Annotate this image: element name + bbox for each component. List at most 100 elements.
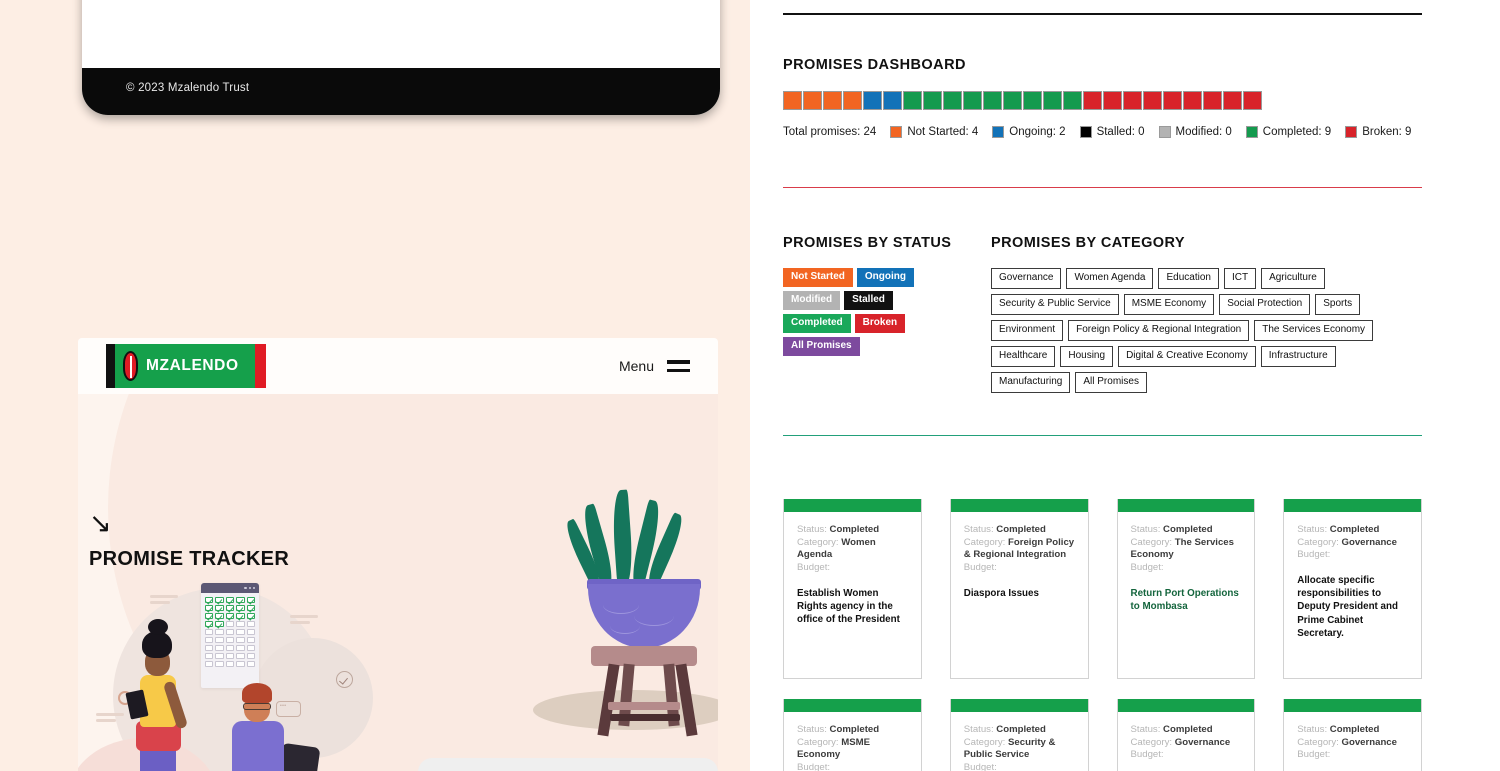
promise-square-not_started bbox=[783, 91, 802, 110]
promise-card-status: Status: Completed bbox=[1130, 724, 1213, 735]
promise-square-completed bbox=[903, 91, 922, 110]
category-filter-agriculture[interactable]: Agriculture bbox=[1261, 268, 1325, 289]
category-filter-women-agenda[interactable]: Women Agenda bbox=[1066, 268, 1154, 289]
status-filter-completed[interactable]: Completed bbox=[783, 314, 851, 333]
legend-label-broken: Broken: 9 bbox=[1362, 126, 1412, 138]
promise-card[interactable]: Status: Completed Category: The Services … bbox=[1116, 499, 1256, 679]
category-filter-msme-economy[interactable]: MSME Economy bbox=[1123, 294, 1215, 315]
promise-square-broken bbox=[1183, 91, 1202, 110]
promise-card-status: Status: Completed bbox=[963, 724, 1046, 735]
status-filter-modified[interactable]: Modified bbox=[783, 291, 841, 310]
status-filter-not-started[interactable]: Not Started bbox=[783, 268, 853, 287]
legend-label-ongoing: Ongoing: 2 bbox=[1009, 126, 1066, 138]
legend-label-completed: Completed: 9 bbox=[1262, 126, 1332, 138]
promise-card[interactable]: Status: Completed Category: Governance Bud… bbox=[1283, 499, 1422, 679]
kenya-shield-icon bbox=[123, 351, 138, 381]
promise-card-title: Diaspora Issues bbox=[963, 587, 1039, 599]
promise-card-budget: Budget: bbox=[797, 761, 831, 771]
legend-item-stalled: Stalled: 0 bbox=[1079, 126, 1145, 138]
promise-card[interactable]: Status: Completed Category: Governance Bud… bbox=[1283, 699, 1422, 771]
promise-card-status: Status: Completed bbox=[797, 724, 880, 735]
category-filter-governance[interactable]: Governance bbox=[991, 268, 1062, 289]
category-filter-education[interactable]: Education bbox=[1158, 268, 1219, 289]
promises-by-category-section: PROMISES BY CATEGORY Governance Women Age… bbox=[991, 235, 1422, 393]
promise-card-category: Category: Security & Public Service bbox=[963, 736, 1056, 761]
promise-square-broken bbox=[1143, 91, 1162, 110]
promise-card-title: Return Port Operations to Mombasa bbox=[1130, 587, 1239, 612]
category-filter-foreign-policy-regional-integration[interactable]: Foreign Policy & Regional Integration bbox=[1068, 320, 1250, 341]
hamburger-icon[interactable] bbox=[667, 360, 690, 372]
legend-swatch-completed bbox=[1245, 126, 1258, 138]
legend-swatch-ongoing bbox=[992, 126, 1005, 138]
promise-card-category: Category: Governance bbox=[1130, 736, 1231, 748]
logo-black-bar bbox=[106, 344, 115, 388]
promise-card[interactable]: Status: Completed Category: Security & Pu… bbox=[949, 699, 1089, 771]
promise-card-meta: Status: Completed Category: Governance Bud… bbox=[1131, 724, 1242, 762]
promise-card-category: Category: MSME Economy bbox=[797, 736, 871, 761]
promise-card-budget: Budget: bbox=[1130, 749, 1164, 761]
promise-card-meta: Status: Completed Category: Security & Pu… bbox=[964, 724, 1075, 771]
promise-square-completed bbox=[1003, 91, 1022, 110]
dashboard-title: PROMISES DASHBOARD bbox=[783, 57, 966, 73]
promise-cards-grid: Status: Completed Category: Women Agenda B… bbox=[783, 499, 1422, 771]
legend-item-ongoing: Ongoing: 2 bbox=[992, 126, 1066, 138]
promise-card-category: Category: Governance bbox=[1297, 536, 1397, 548]
status-filter-stalled[interactable]: Stalled bbox=[844, 291, 893, 310]
person-standing-illustration bbox=[125, 619, 190, 771]
logo-green-block: MZALENDO bbox=[115, 344, 255, 388]
promise-status-squares bbox=[783, 91, 1422, 110]
category-filter-healthcare[interactable]: Healthcare bbox=[991, 346, 1056, 367]
site-header: MZALENDO Menu bbox=[78, 338, 718, 394]
promise-card-body: Status: Completed Category: The Services … bbox=[1118, 512, 1255, 623]
left-preview-column: © 2023 Mzalendo Trust MZALENDO Menu ↘ PR… bbox=[0, 0, 750, 771]
promise-card-body: Status: Completed Category: Governance Bud… bbox=[1118, 712, 1255, 771]
category-filter-housing[interactable]: Housing bbox=[1060, 346, 1114, 367]
category-filter-infrastructure[interactable]: Infrastructure bbox=[1260, 346, 1336, 367]
logo-label: MZALENDO bbox=[146, 357, 239, 374]
mzalendo-logo[interactable]: MZALENDO bbox=[106, 344, 266, 388]
promise-card-body: Status: Completed Category: Women Agenda B… bbox=[784, 512, 921, 636]
promise-square-completed bbox=[1023, 91, 1042, 110]
legend-swatch-stalled bbox=[1079, 126, 1092, 138]
promise-square-not_started bbox=[803, 91, 822, 110]
promise-card-status: Status: Completed bbox=[797, 524, 880, 535]
divider-top bbox=[783, 13, 1422, 15]
promise-card-budget: Budget: bbox=[963, 761, 997, 771]
promise-card-title: Allocate specific responsibilities to De… bbox=[1297, 574, 1398, 639]
total-promises-label: Total promises: 24 bbox=[783, 126, 877, 138]
promise-card-status-bar bbox=[1284, 499, 1421, 512]
status-filter-ongoing[interactable]: Ongoing bbox=[856, 268, 915, 287]
category-filter-security-public-service[interactable]: Security & Public Service bbox=[991, 294, 1119, 315]
category-filter-all-promises[interactable]: All Promises bbox=[1075, 372, 1147, 393]
promise-card[interactable]: Status: Completed Category: Governance Bud… bbox=[1116, 699, 1256, 771]
promise-square-broken bbox=[1123, 91, 1142, 110]
category-filter-digital-creative-economy[interactable]: Digital & Creative Economy bbox=[1118, 346, 1256, 367]
promise-card-status-bar bbox=[1117, 499, 1255, 512]
promise-card-category: Category: Women Agenda bbox=[797, 536, 876, 561]
right-content-column: PROMISES DASHBOARD Total promises: 24 No… bbox=[750, 0, 1500, 771]
promise-square-not_started bbox=[843, 91, 862, 110]
status-filter-broken[interactable]: Broken bbox=[854, 314, 906, 333]
category-filter-manufacturing[interactable]: Manufacturing bbox=[991, 372, 1071, 393]
promise-square-broken bbox=[1203, 91, 1222, 110]
promise-card[interactable]: Status: Completed Category: MSME Economy B… bbox=[783, 699, 922, 771]
copyright-text: © 2023 Mzalendo Trust bbox=[126, 82, 250, 94]
menu-toggle[interactable]: Menu bbox=[619, 358, 690, 374]
promise-card-status-bar bbox=[784, 699, 921, 712]
promise-card-budget: Budget: bbox=[1130, 561, 1164, 573]
category-filter-environment[interactable]: Environment bbox=[991, 320, 1064, 341]
status-filter-all-promises[interactable]: All Promises bbox=[783, 337, 860, 356]
promise-card-budget: Budget: bbox=[797, 561, 831, 573]
category-filter-ict[interactable]: ICT bbox=[1223, 268, 1257, 289]
promise-card-status-bar bbox=[784, 499, 921, 512]
promise-card-status: Status: Completed bbox=[1297, 524, 1380, 535]
legend-label-modified: Modified: 0 bbox=[1175, 126, 1232, 138]
category-filter-the-services-economy[interactable]: The Services Economy bbox=[1254, 320, 1374, 341]
legend-label-stalled: Stalled: 0 bbox=[1096, 126, 1145, 138]
promise-card[interactable]: Status: Completed Category: Foreign Polic… bbox=[949, 499, 1089, 679]
promise-square-completed bbox=[963, 91, 982, 110]
category-filter-social-protection[interactable]: Social Protection bbox=[1219, 294, 1311, 315]
category-filter-sports[interactable]: Sports bbox=[1315, 294, 1361, 315]
promise-card[interactable]: Status: Completed Category: Women Agenda B… bbox=[783, 499, 922, 679]
arrow-down-right-icon: ↘ bbox=[89, 508, 112, 538]
